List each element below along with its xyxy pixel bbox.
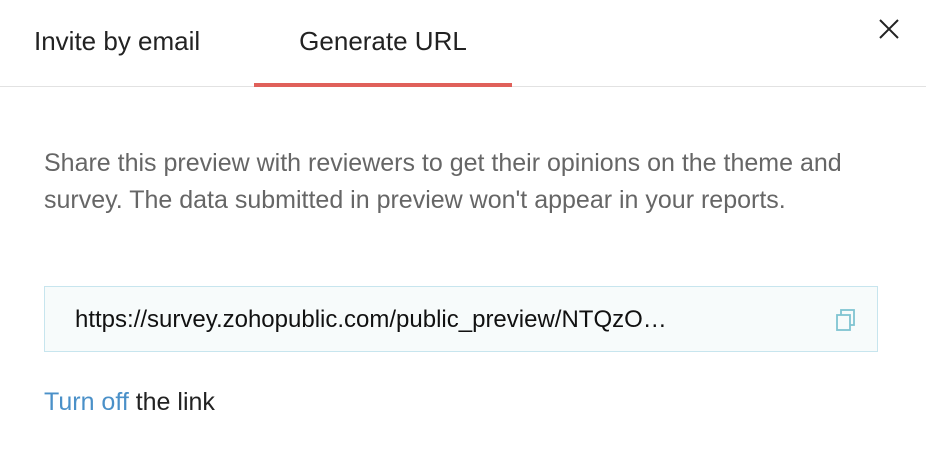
turn-off-suffix: the link xyxy=(128,388,215,416)
copy-icon[interactable] xyxy=(833,307,859,333)
close-icon[interactable] xyxy=(873,13,905,45)
turn-off-link-row: Turn off the link xyxy=(44,386,215,418)
preview-url-text[interactable]: https://survey.zohopublic.com/public_pre… xyxy=(75,287,775,353)
preview-url-field[interactable]: https://survey.zohopublic.com/public_pre… xyxy=(44,286,878,352)
tab-generate-url[interactable]: Generate URL xyxy=(254,0,512,87)
tab-invite-by-email[interactable]: Invite by email xyxy=(34,0,234,86)
turn-off-link[interactable]: Turn off xyxy=(44,388,129,416)
tab-bar: Invite by email Generate URL xyxy=(0,0,926,87)
active-tab-indicator xyxy=(254,83,512,87)
preview-description: Share this preview with reviewers to get… xyxy=(44,149,842,214)
share-preview-dialog: Invite by email Generate URL Share this … xyxy=(0,0,926,466)
tab-generate-url-label: Generate URL xyxy=(299,26,467,56)
